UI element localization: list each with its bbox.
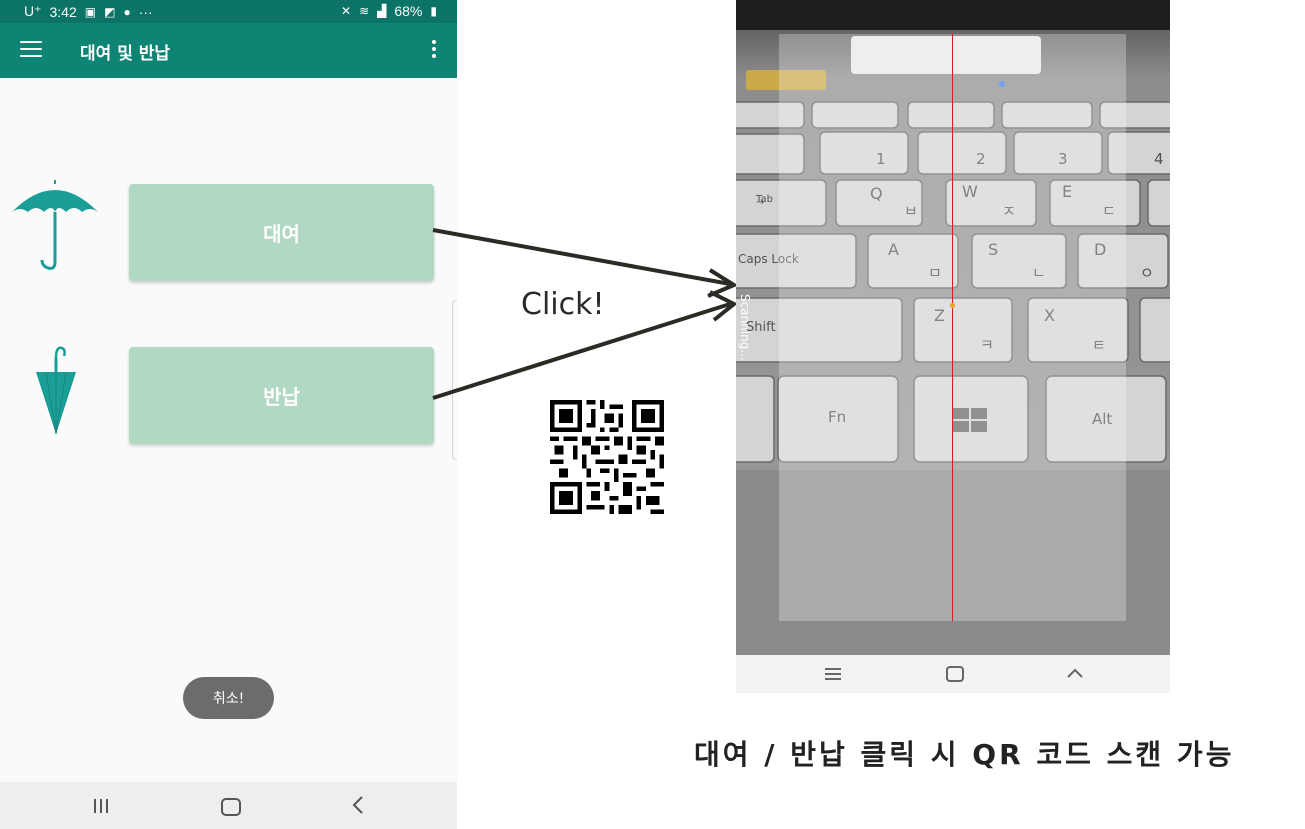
scanning-status: Scanning... [738, 294, 752, 361]
phone-app-screen: U⁺ 3:42 ▣ ◩ ● ··· ✕ ≋ ▟ 68% ▮ 대여 및 반납 대여 [0, 0, 457, 829]
more-notifications: ··· [138, 3, 153, 20]
app-bar: 대여 및 반납 [0, 23, 457, 78]
open-umbrella-icon [12, 180, 98, 270]
caption: 대여 / 반납 클릭 시 QR 코드 스캔 가능 [694, 738, 1235, 771]
return-button[interactable]: 반납 [129, 347, 434, 444]
cancel-toast: 취소! [183, 677, 274, 719]
rent-button-label: 대여 [263, 222, 300, 246]
hamburger-menu-icon[interactable] [20, 41, 42, 59]
toast-text: 취소! [212, 691, 245, 707]
qr-code-image [550, 400, 664, 514]
return-button-label: 반납 [263, 385, 300, 409]
scanner-nav-bar [736, 655, 1170, 693]
qr-scanner-screen: → Tab Caps Lock Shift Fn Alt 1 2 3 4 Q ㅂ… [736, 0, 1170, 693]
carrier-label: U⁺ [24, 3, 42, 19]
message-icon: ● [123, 4, 131, 19]
scanner-menu-icon[interactable] [825, 668, 841, 683]
key-4: 4 [1154, 150, 1164, 168]
chart-icon: ◩ [104, 4, 116, 19]
status-left: U⁺ 3:42 ▣ ◩ ● ··· [24, 3, 153, 20]
system-nav-bar [0, 782, 457, 829]
key-d-korean: ㅇ [1140, 264, 1154, 282]
mute-icon: ✕ [341, 4, 352, 18]
back-icon[interactable] [348, 794, 368, 816]
scanner-up-icon[interactable] [1066, 666, 1084, 680]
scanner-home-icon[interactable] [946, 666, 964, 682]
focus-point [950, 303, 955, 308]
key-tab: Tab [756, 194, 773, 205]
status-bar: U⁺ 3:42 ▣ ◩ ● ··· ✕ ≋ ▟ 68% ▮ [0, 0, 457, 23]
app-title: 대여 및 반납 [80, 44, 171, 64]
rent-button[interactable]: 대여 [129, 184, 434, 281]
time-label: 3:42 [49, 3, 77, 20]
battery-percent: 68% [394, 3, 423, 19]
wifi-icon: ≋ [359, 4, 370, 18]
signal-icon: ▟ [377, 4, 387, 18]
battery-icon: ▮ [430, 4, 437, 18]
closed-umbrella-icon [36, 346, 76, 435]
recents-icon[interactable] [94, 799, 112, 813]
overflow-menu-icon[interactable] [431, 40, 437, 62]
home-icon[interactable] [221, 798, 241, 816]
scan-line [952, 34, 953, 621]
click-annotation: Click! [521, 287, 605, 322]
status-right: ✕ ≋ ▟ 68% ▮ [341, 3, 437, 19]
gallery-icon: ▣ [84, 4, 97, 19]
